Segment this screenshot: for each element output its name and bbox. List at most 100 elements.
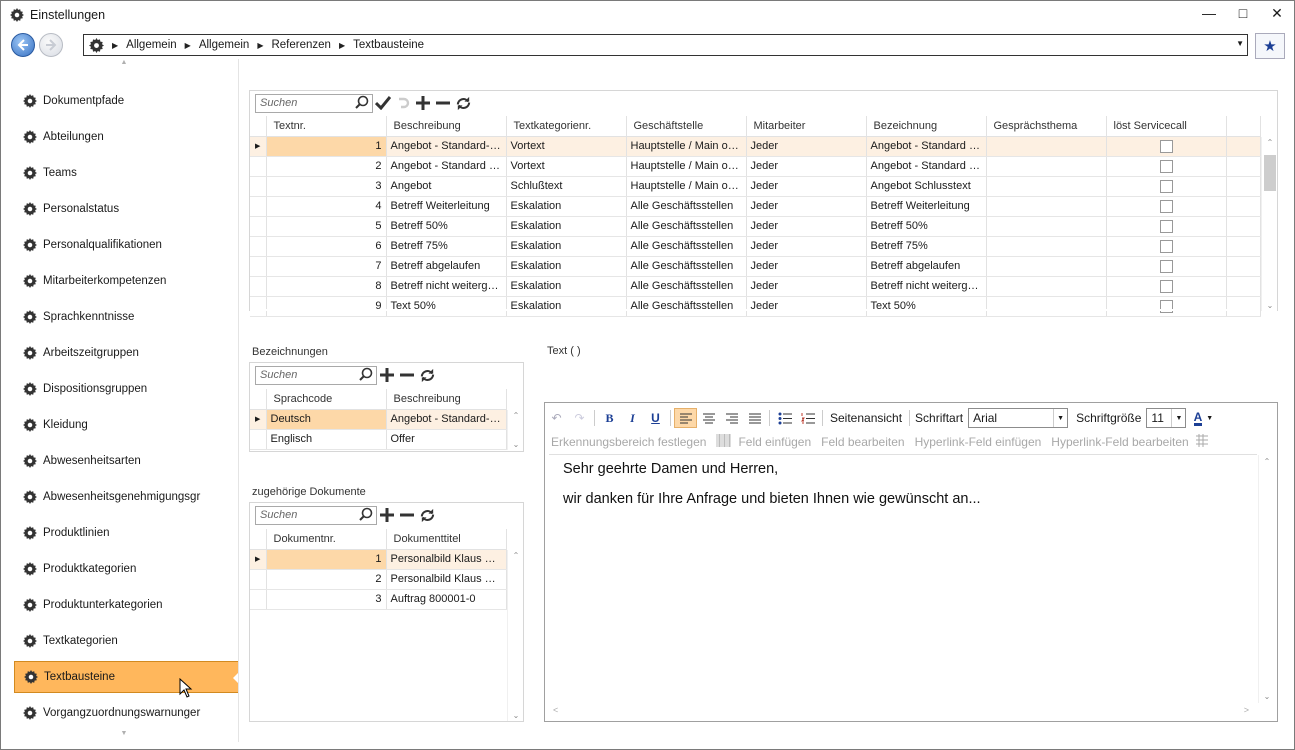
- cell-kategorie[interactable]: Schlußtext: [506, 176, 627, 197]
- cell-mitarbeiter[interactable]: Jeder: [746, 136, 867, 157]
- cell-beschreibung[interactable]: Angebot - Standard -…: [386, 156, 507, 177]
- cell-gespraechsthema[interactable]: [986, 216, 1107, 237]
- breadcrumb[interactable]: ▶ Allgemein ▶ Allgemein ▶ Referenzen ▶ Textb…: [83, 34, 1248, 56]
- cell-dokumentnr[interactable]: 1: [266, 549, 387, 570]
- remove-icon[interactable]: [397, 505, 417, 525]
- servicecall-checkbox[interactable]: [1159, 139, 1173, 153]
- table-row[interactable]: 9 Text 50% Eskalation Alle Geschäftsstellen…: [250, 296, 1261, 317]
- column-header[interactable]: Mitarbeiter: [746, 116, 867, 137]
- add-icon[interactable]: [413, 93, 433, 113]
- column-header[interactable]: Dokumentnr.: [266, 529, 387, 550]
- scroll-left-icon[interactable]: <: [553, 705, 558, 715]
- undo-icon[interactable]: ↶: [545, 408, 568, 428]
- sidebar-item[interactable]: Produktkategorien: [14, 553, 238, 585]
- cell-dokumenttitel[interactable]: Personalbild Klaus Sp…: [386, 569, 507, 590]
- cell-kategorie[interactable]: Eskalation: [506, 196, 627, 217]
- back-button[interactable]: [11, 33, 35, 57]
- cell-kategorie[interactable]: Eskalation: [506, 216, 627, 237]
- sidebar-item[interactable]: Dokumentpfade: [14, 85, 238, 117]
- maximize-button[interactable]: □: [1226, 1, 1260, 25]
- vertical-scrollbar[interactable]: ⌃ ⌄: [507, 550, 523, 721]
- column-header[interactable]: Sprachcode: [266, 389, 387, 410]
- cell-dokumenttitel[interactable]: Auftrag 800001-0: [386, 589, 507, 610]
- cell-mitarbeiter[interactable]: Jeder: [746, 236, 867, 257]
- scroll-up-icon[interactable]: ⌃: [508, 411, 524, 420]
- insert-hyperlink-field-button[interactable]: Hyperlink-Feld einfügen: [915, 435, 1042, 449]
- forward-button[interactable]: [39, 33, 63, 57]
- column-header[interactable]: Beschreibung: [386, 389, 507, 410]
- cell-beschreibung[interactable]: Angebot - Standard-…: [386, 136, 507, 157]
- numbered-list-icon[interactable]: [796, 408, 819, 428]
- cell-geschaeftstelle[interactable]: Alle Geschäftsstellen: [626, 216, 747, 237]
- scroll-up-icon[interactable]: ⌃: [508, 551, 524, 560]
- cell-textnr[interactable]: 4: [266, 196, 387, 217]
- sidebar-item[interactable]: Personalqualifikationen: [14, 229, 238, 261]
- table-row[interactable]: 6 Betreff 75% Eskalation Alle Geschäftsstel…: [250, 236, 1261, 257]
- recognition-area-button[interactable]: Erkennungsbereich festlegen: [551, 435, 706, 449]
- vertical-scrollbar[interactable]: ⌃ ⌄: [1261, 137, 1277, 311]
- scroll-up-icon[interactable]: ▲: [9, 59, 238, 71]
- cell-beschreibung[interactable]: Angebot - Standard-S…: [386, 409, 507, 430]
- font-size-select[interactable]: 11 ▼: [1146, 408, 1187, 428]
- scroll-down-icon[interactable]: ⌄: [508, 711, 524, 720]
- servicecall-checkbox[interactable]: [1159, 219, 1173, 233]
- cell-textnr[interactable]: 5: [266, 216, 387, 237]
- sidebar-item[interactable]: Abwesenheitsgenehmigungsgr: [14, 481, 238, 513]
- chevron-down-icon[interactable]: ▼: [1236, 39, 1244, 48]
- column-header[interactable]: Geschäftstelle: [626, 116, 747, 137]
- cell-sprachcode[interactable]: Englisch: [266, 429, 387, 450]
- cell-mitarbeiter[interactable]: Jeder: [746, 276, 867, 297]
- italic-button[interactable]: I: [621, 408, 644, 428]
- cell-textnr[interactable]: 3: [266, 176, 387, 197]
- cell-gespraechsthema[interactable]: [986, 236, 1107, 257]
- servicecall-checkbox[interactable]: [1159, 179, 1173, 193]
- sidebar-item[interactable]: Abteilungen: [14, 121, 238, 153]
- scroll-down-icon[interactable]: ⌄: [1259, 692, 1275, 701]
- sidebar-item[interactable]: Kleidung: [14, 409, 238, 441]
- cell-geschaeftstelle[interactable]: Hauptstelle / Main o…: [626, 156, 747, 177]
- cell-textnr[interactable]: 2: [266, 156, 387, 177]
- servicecall-checkbox[interactable]: [1159, 279, 1173, 293]
- sidebar-item[interactable]: Vorgangzuordnungswarnunger: [14, 697, 238, 729]
- column-header[interactable]: Beschreibung: [386, 116, 507, 137]
- scroll-down-icon[interactable]: ▼: [9, 730, 238, 742]
- table-row[interactable]: ▶ 1 Angebot - Standard-… Vortext Hauptstelle…: [250, 136, 1261, 157]
- cell-beschreibung[interactable]: Betreff 50%: [386, 216, 507, 237]
- cell-dokumentnr[interactable]: 3: [266, 589, 387, 610]
- column-header[interactable]: Textnr.: [266, 116, 387, 137]
- scrollbar-thumb[interactable]: [1264, 155, 1276, 191]
- sidebar-item[interactable]: Produktlinien: [14, 517, 238, 549]
- sidebar-item[interactable]: Teams: [14, 157, 238, 189]
- bullet-list-icon[interactable]: [773, 408, 796, 428]
- table-row[interactable]: 2 Personalbild Klaus Sp…: [250, 569, 507, 590]
- table-row[interactable]: 4 Betreff Weiterleitung Eskalation Alle Ges…: [250, 196, 1261, 217]
- cell-kategorie[interactable]: Eskalation: [506, 276, 627, 297]
- edit-hyperlink-field-button[interactable]: Hyperlink-Feld bearbeiten: [1051, 435, 1188, 449]
- cell-kategorie[interactable]: Eskalation: [506, 296, 627, 317]
- close-button[interactable]: ✕: [1260, 1, 1294, 25]
- scroll-down-icon[interactable]: ⌄: [508, 440, 524, 449]
- cell-kategorie[interactable]: Vortext: [506, 136, 627, 157]
- editor-horizontal-scrollbar[interactable]: < >: [549, 705, 1257, 719]
- cell-bezeichnung[interactable]: Angebot Schlusstext: [866, 176, 987, 197]
- cell-beschreibung[interactable]: Betreff Weiterleitung: [386, 196, 507, 217]
- refresh-icon[interactable]: [417, 365, 437, 385]
- cell-gespraechsthema[interactable]: [986, 156, 1107, 177]
- servicecall-checkbox[interactable]: [1159, 199, 1173, 213]
- sidebar-item[interactable]: Mitarbeiterkompetenzen: [14, 265, 238, 297]
- column-header[interactable]: Dokumenttitel: [386, 529, 507, 550]
- insert-field-button[interactable]: Feld einfügen: [738, 435, 811, 449]
- table-row[interactable]: ▶ Deutsch Angebot - Standard-S…: [250, 409, 507, 430]
- cell-geschaeftstelle[interactable]: Alle Geschäftsstellen: [626, 256, 747, 277]
- font-color-icon[interactable]: A ▼: [1186, 408, 1220, 428]
- align-left-icon[interactable]: [674, 408, 697, 428]
- align-right-icon[interactable]: [720, 408, 743, 428]
- table-row[interactable]: ▶ 1 Personalbild Klaus Sp…: [250, 549, 507, 570]
- scroll-up-icon[interactable]: ⌃: [1259, 457, 1275, 466]
- scroll-right-icon[interactable]: >: [1244, 705, 1249, 715]
- align-justify-icon[interactable]: [743, 408, 766, 428]
- minimize-button[interactable]: —: [1192, 1, 1226, 25]
- cell-kategorie[interactable]: Eskalation: [506, 256, 627, 277]
- scroll-up-icon[interactable]: ⌃: [1262, 138, 1278, 147]
- cell-bezeichnung[interactable]: Betreff nicht weiterg…: [866, 276, 987, 297]
